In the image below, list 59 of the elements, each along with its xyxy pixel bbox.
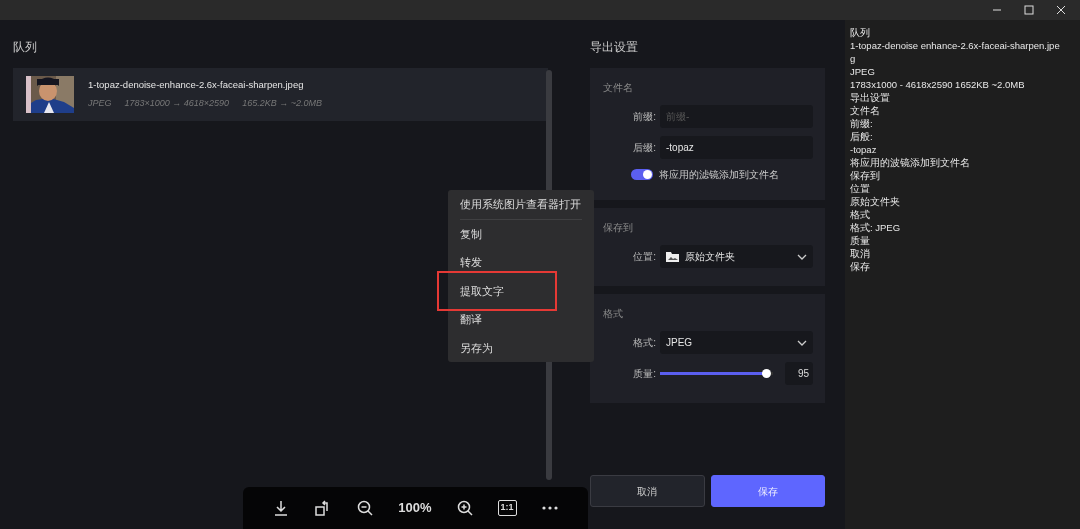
- chevron-down-icon: [797, 253, 807, 260]
- actual-size-button[interactable]: 1:1: [497, 500, 517, 516]
- text-line: 保存到: [850, 169, 881, 182]
- menu-item[interactable]: 另存为: [448, 339, 594, 356]
- format-dropdown[interactable]: JPEG: [660, 331, 813, 354]
- zoom-level: 100%: [398, 499, 432, 518]
- field-label: 质量:: [632, 367, 657, 381]
- toggle-switch[interactable]: [631, 169, 653, 180]
- queue-item[interactable]: 1-topaz-denoise-enhance-2.6x-faceai-sharpen.jpeg JPEG 1783×1000 → 4618×2590 165.2KB → ~2.0MB: [13, 68, 548, 121]
- text-line: 质量: [850, 234, 871, 247]
- more-icon[interactable]: [540, 506, 559, 510]
- field-label: 格式:: [632, 336, 657, 350]
- text-line: 格式: JPEG: [850, 221, 902, 234]
- image-dimensions: 1783×1000 → 4618×2590: [124, 97, 230, 111]
- file-format: JPEG: [88, 97, 112, 111]
- section-title: 导出设置: [590, 39, 639, 56]
- text-line: 位置: [850, 182, 871, 195]
- folder-icon: [666, 251, 679, 262]
- text-line: 保存: [850, 260, 871, 273]
- menu-item[interactable]: 使用系统图片查看器打开: [448, 196, 594, 213]
- quality-field[interactable]: 95: [785, 362, 813, 385]
- maximize-icon[interactable]: [1024, 5, 1034, 15]
- menu-item[interactable]: 复制: [448, 225, 594, 242]
- toggle-label: 将应用的滤镜添加到文件名: [659, 168, 779, 182]
- card-title: 格式: [603, 307, 624, 321]
- suffix-field[interactable]: -topaz: [660, 136, 813, 159]
- card-title: 文件名: [603, 81, 634, 95]
- text-line: 队列: [850, 26, 871, 39]
- zoom-in-icon[interactable]: [455, 499, 474, 517]
- text-line: -topaz: [850, 143, 878, 156]
- text-line: 格式: [850, 208, 871, 221]
- zoom-out-icon[interactable]: [356, 499, 375, 517]
- field-label: 前缀:: [632, 110, 657, 124]
- close-icon[interactable]: [1056, 5, 1066, 15]
- text-line: 1783x1000 - 4618x2590 1652KB ~2.0MB: [850, 78, 1026, 91]
- text-line: 1-topaz-denoise enhance-2.6x-faceai-sharpen.jpe: [850, 39, 1061, 52]
- text-line: 前缀:: [850, 117, 874, 130]
- text-line: JPEG: [850, 65, 876, 78]
- text-line: 文件名: [850, 104, 881, 117]
- field-label: 后缀:: [632, 141, 657, 155]
- card-title: 保存到: [603, 221, 634, 235]
- menu-item[interactable]: 转发: [448, 254, 594, 271]
- text-line: 将应用的波镜添加到文件名: [850, 156, 971, 169]
- text-line: 取消: [850, 247, 871, 260]
- section-title: 队列: [13, 39, 38, 56]
- text-line: 导出设置: [850, 91, 891, 104]
- text-line: g: [850, 52, 857, 65]
- save-button[interactable]: 保存: [710, 475, 825, 507]
- cancel-button[interactable]: 取消: [590, 475, 705, 507]
- menu-item[interactable]: 提取文字: [448, 282, 594, 299]
- text-line: 原始文件夹: [850, 195, 901, 208]
- quality-slider[interactable]: [660, 372, 773, 375]
- file-name: 1-topaz-denoise-enhance-2.6x-faceai-sharpen.jpeg: [88, 78, 305, 93]
- text-line: 后般:: [850, 130, 874, 143]
- file-size: 165.2KB → ~2.0MB: [242, 97, 322, 111]
- menu-item[interactable]: 翻译: [448, 311, 594, 328]
- field-label: 位置:: [632, 250, 657, 264]
- location-dropdown[interactable]: 原始文件夹: [660, 245, 813, 268]
- chevron-down-icon: [797, 339, 807, 346]
